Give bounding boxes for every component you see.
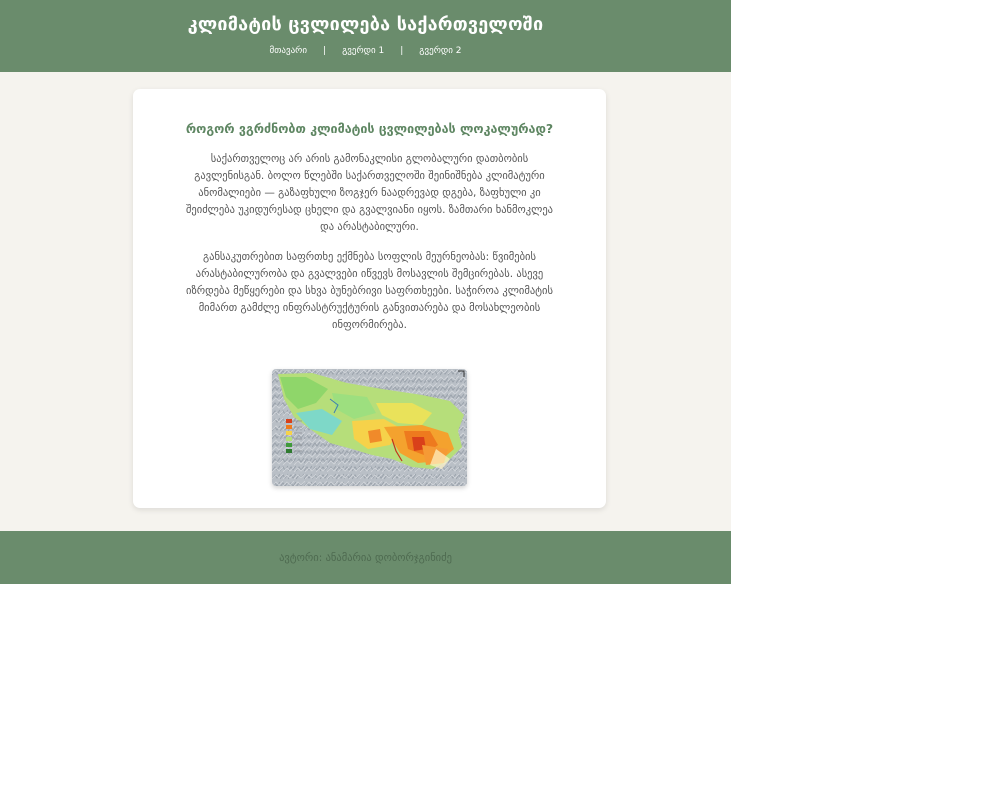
article-paragraph: საქართველოც არ არის გამონაკლისი გლობალურ… (186, 153, 553, 233)
site-title: კლიმატის ცვლილება საქართველოში (187, 14, 544, 35)
nav-link-home[interactable]: მთავარი (270, 44, 308, 58)
nav-separator: | (400, 46, 404, 56)
article-heading: როგორ ვგრძნობთ კლიმატის ცვლილებას ლოკალუ… (185, 121, 554, 136)
nav-link-page-2[interactable]: გვერდი 2 (419, 44, 461, 58)
footer-author: ავტორი: ანამარია დობორჯგინიძე (279, 552, 452, 564)
article-paragraph: განსაკუთრებით საფრთხე ექმნება სოფლის მეუ… (186, 251, 553, 331)
article-card: როგორ ვგრძნობთ კლიმატის ცვლილებას ლოკალუ… (133, 89, 606, 508)
page: კლიმატის ცვლილება საქართველოში მთავარი |… (0, 0, 731, 584)
map-image (272, 369, 467, 486)
main-nav: მთავარი | გვერდი 1 | გვერდი 2 (0, 44, 731, 58)
nav-separator: | (323, 46, 327, 56)
nav-link-page-1[interactable]: გვერდი 1 (342, 44, 384, 58)
site-header: კლიმატის ცვლილება საქართველოში მთავარი |… (0, 0, 731, 72)
site-footer: ავტორი: ანამარია დობორჯგინიძე (0, 531, 731, 584)
